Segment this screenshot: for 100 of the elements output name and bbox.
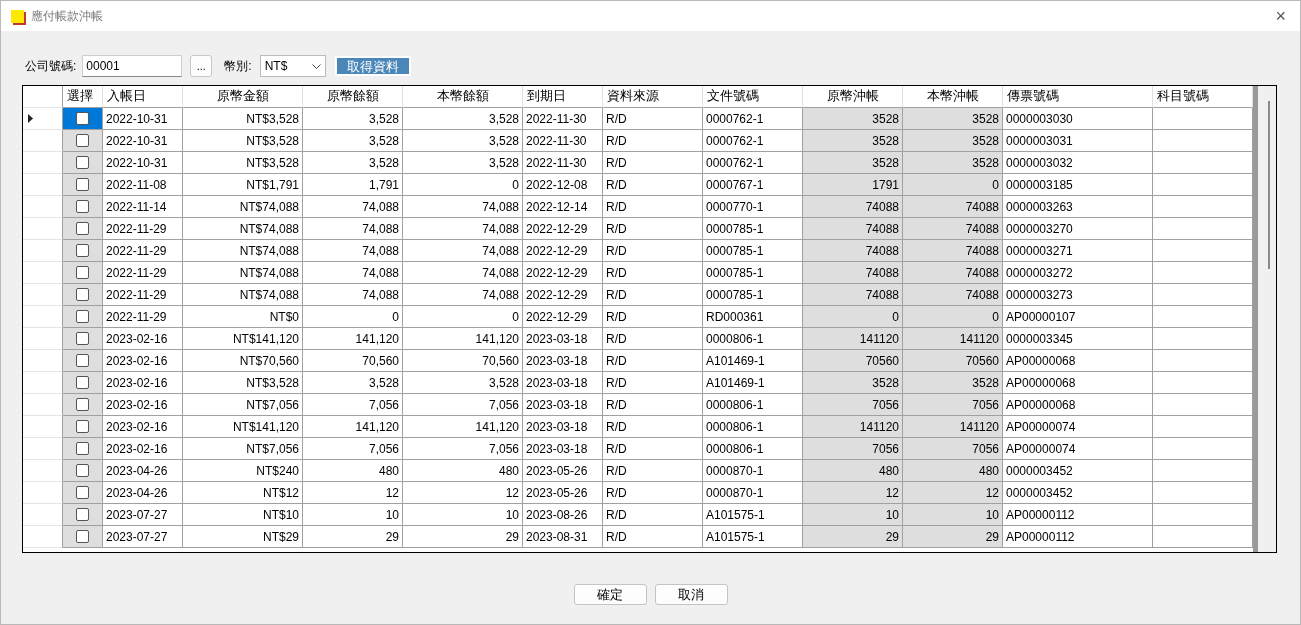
column-header[interactable]: 選擇 <box>63 86 103 108</box>
table-cell: 0 <box>903 174 1003 196</box>
table-cell: 2023-04-26 <box>103 482 183 504</box>
table-cell: 0 <box>803 306 903 328</box>
column-header[interactable]: 入帳日 <box>103 86 183 108</box>
table-cell: 0000806-1 <box>703 438 803 460</box>
checkbox[interactable] <box>76 508 89 521</box>
table-cell: 2023-04-26 <box>103 460 183 482</box>
checkbox[interactable] <box>76 134 89 147</box>
table-cell: NT$3,528 <box>183 130 303 152</box>
table-cell: 2023-02-16 <box>103 394 183 416</box>
table-cell: A101575-1 <box>703 504 803 526</box>
column-header[interactable]: 原幣金額 <box>183 86 303 108</box>
table-cell: 3528 <box>903 372 1003 394</box>
column-header[interactable]: 資料來源 <box>603 86 703 108</box>
close-button[interactable]: × <box>1271 5 1290 27</box>
table-cell: 0000762-1 <box>703 108 803 130</box>
checkbox[interactable] <box>76 244 89 257</box>
table-cell: 2023-02-16 <box>103 328 183 350</box>
table-cell: 2022-11-30 <box>523 130 603 152</box>
column-header[interactable]: 原幣餘額 <box>303 86 403 108</box>
table-cell: 12 <box>303 482 403 504</box>
table-cell: 0000762-1 <box>703 130 803 152</box>
table-cell: 0000767-1 <box>703 174 803 196</box>
table-cell: 3,528 <box>303 372 403 394</box>
table-cell: 3528 <box>903 108 1003 130</box>
checkbox[interactable] <box>76 310 89 323</box>
table-cell: 0000003030 <box>1003 108 1153 130</box>
checkbox[interactable] <box>76 442 89 455</box>
table-cell: NT$141,120 <box>183 416 303 438</box>
table-cell: AP00000107 <box>1003 306 1153 328</box>
table-cell: 2023-07-27 <box>103 526 183 548</box>
table-cell: AP00000068 <box>1003 372 1153 394</box>
table-cell: 141120 <box>903 416 1003 438</box>
checkbox[interactable] <box>76 266 89 279</box>
table-cell: 10 <box>803 504 903 526</box>
checkbox[interactable] <box>76 178 89 191</box>
browse-button[interactable]: ... <box>190 55 213 77</box>
table-cell: 10 <box>903 504 1003 526</box>
table-cell: R/D <box>603 526 703 548</box>
checkbox[interactable] <box>76 354 89 367</box>
table-cell: R/D <box>603 174 703 196</box>
column-header[interactable]: 科目號碼 <box>1153 86 1253 108</box>
table-cell: 7056 <box>903 438 1003 460</box>
table-cell: 29 <box>403 526 523 548</box>
table-cell: 0000785-1 <box>703 284 803 306</box>
table-cell: R/D <box>603 130 703 152</box>
table-cell: R/D <box>603 306 703 328</box>
ok-button[interactable]: 確定 <box>573 584 647 605</box>
table-cell: 74088 <box>803 218 903 240</box>
table-cell: 141120 <box>903 328 1003 350</box>
checkbox[interactable] <box>76 288 89 301</box>
table-cell: NT$10 <box>183 504 303 526</box>
table-cell: 3,528 <box>303 152 403 174</box>
row-header[interactable] <box>23 108 63 130</box>
checkbox[interactable] <box>76 376 89 389</box>
table-cell: 480 <box>303 460 403 482</box>
table-cell: NT$74,088 <box>183 262 303 284</box>
table-cell: 2022-11-08 <box>103 174 183 196</box>
table-cell: 12 <box>803 482 903 504</box>
company-field[interactable]: 00001 <box>82 55 183 77</box>
table-cell: NT$141,120 <box>183 328 303 350</box>
checkbox[interactable] <box>76 200 89 213</box>
table-cell: NT$3,528 <box>183 372 303 394</box>
checkbox[interactable] <box>76 222 89 235</box>
checkbox[interactable] <box>76 530 89 543</box>
table-cell: 70,560 <box>303 350 403 372</box>
table-cell: NT$240 <box>183 460 303 482</box>
column-header[interactable]: 文件號碼 <box>703 86 803 108</box>
table-cell: NT$74,088 <box>183 284 303 306</box>
column-header[interactable]: 本幣沖帳 <box>903 86 1003 108</box>
table-cell: 0000003273 <box>1003 284 1153 306</box>
table-cell: 29 <box>903 526 1003 548</box>
checkbox[interactable] <box>76 486 89 499</box>
column-header[interactable]: 原幣沖帳 <box>803 86 903 108</box>
table-cell: 3,528 <box>403 108 523 130</box>
table-cell: 2023-03-18 <box>523 416 603 438</box>
chevron-icon <box>311 63 321 69</box>
scrollbar-thumb[interactable] <box>1268 101 1270 269</box>
table-cell: 29 <box>303 526 403 548</box>
table-cell: 2022-11-29 <box>103 284 183 306</box>
column-header[interactable]: 傳票號碼 <box>1003 86 1153 108</box>
column-header[interactable]: 本幣餘額 <box>403 86 523 108</box>
column-header[interactable]: 到期日 <box>523 86 603 108</box>
table-cell: 3528 <box>903 130 1003 152</box>
checkbox[interactable] <box>76 420 89 433</box>
table-cell: 74,088 <box>303 262 403 284</box>
checkbox[interactable] <box>76 112 89 125</box>
table-cell: 2023-02-16 <box>103 350 183 372</box>
checkbox[interactable] <box>76 398 89 411</box>
cancel-button[interactable]: 取消 <box>654 584 728 605</box>
table-cell: 0000003272 <box>1003 262 1153 284</box>
checkbox[interactable] <box>76 464 89 477</box>
currency-dropdown[interactable]: NT$ <box>259 55 326 77</box>
checkbox[interactable] <box>76 156 89 169</box>
checkbox[interactable] <box>76 332 89 345</box>
table-cell: 2022-12-29 <box>523 240 603 262</box>
table-cell: 3528 <box>903 152 1003 174</box>
fetch-data-button[interactable]: 取得資料 <box>334 56 411 76</box>
table-cell: 12 <box>903 482 1003 504</box>
